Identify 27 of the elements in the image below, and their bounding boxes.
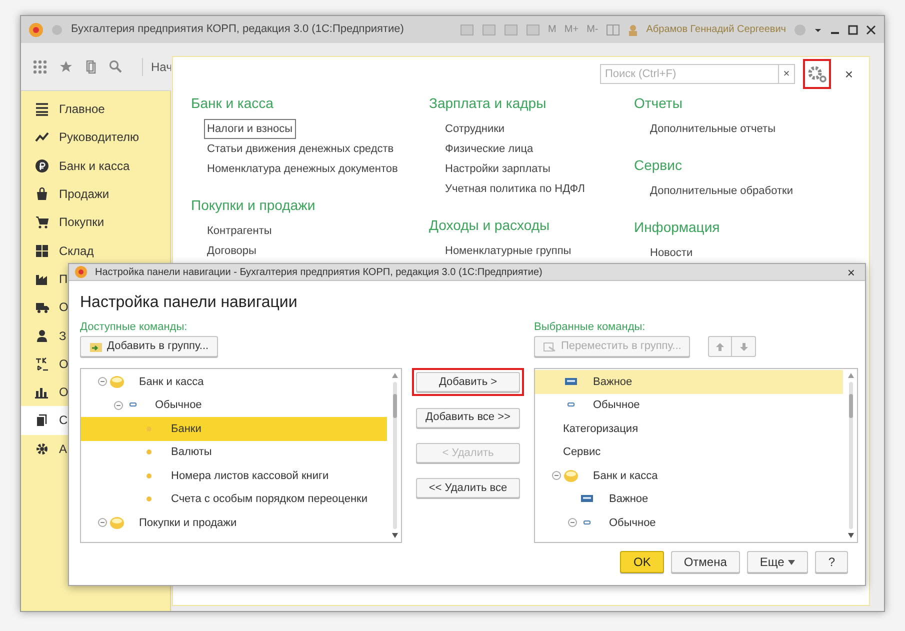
section-heading: Отчеты	[634, 94, 684, 113]
section-heading: Информация	[634, 218, 721, 237]
tree-label: Счета с особым порядком переоценки	[171, 492, 368, 507]
section-heading: Сервис	[634, 156, 683, 175]
section-heading: Покупки и продажи	[191, 196, 316, 215]
tree-label: Банки	[171, 422, 202, 436]
tree-label: Банк и касса	[139, 374, 204, 390]
section-label: Доступные команды:	[80, 320, 188, 335]
tree-label: Обычное	[609, 516, 656, 530]
user-name: Абрамов Геннадий Сергеевич	[646, 23, 786, 37]
tree-label: Покупки и продажи	[139, 516, 237, 530]
section-heading: Зарплата и кадры	[429, 94, 548, 113]
tree-label: Важное	[593, 374, 632, 390]
window-title: Бухгалтерия предприятия КОРП, редакция 3.0 (1С:Предприятие)	[71, 22, 404, 38]
tree-label: Обычное	[593, 398, 640, 413]
tree-label: Валюты	[171, 445, 212, 460]
section-heading: Доходы и расходы	[429, 216, 551, 235]
tree-label: Категоризация	[563, 422, 638, 436]
section-label: Выбранные команды:	[534, 320, 646, 335]
tree-label: Банк и касса	[593, 468, 658, 484]
section-heading: Банк и касса	[191, 94, 274, 113]
dialog-title: Настройка панели навигации - Бухгалтерия предприятия КОРП, редакция 3.0 (1С:Предприятие)	[95, 266, 544, 280]
tree-label: Важное	[609, 492, 648, 507]
dialog-heading: Настройка панели навигации	[79, 293, 298, 313]
tree-label: Обычное	[155, 398, 202, 413]
tree-label: Сервис	[563, 445, 601, 460]
tree-label: Номера листов кассовой книги	[171, 468, 329, 484]
